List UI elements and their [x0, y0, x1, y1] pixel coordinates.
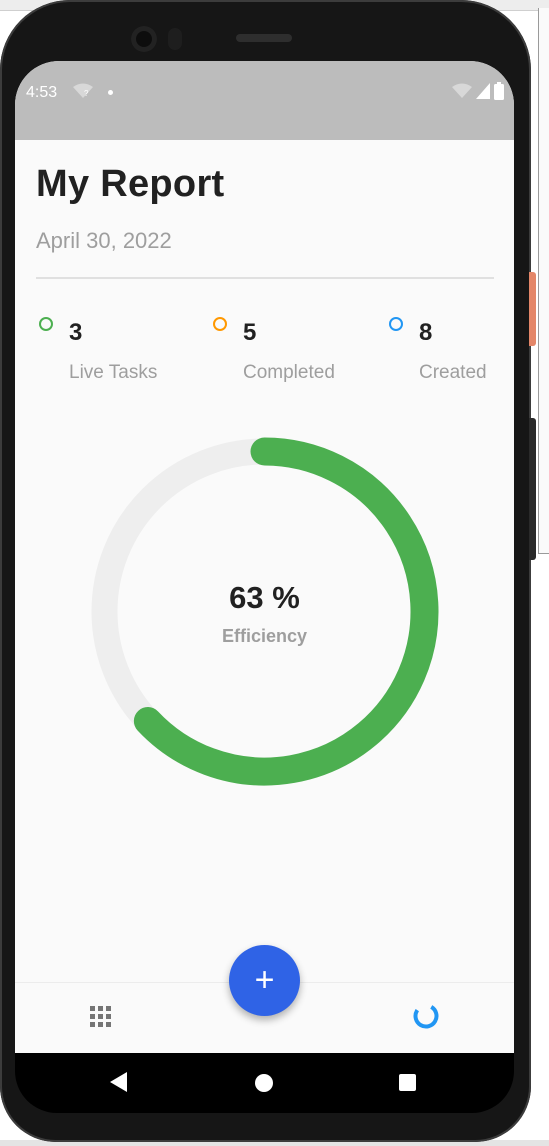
volume-button[interactable]: [529, 418, 536, 560]
notification-dot-icon: [108, 90, 113, 95]
stat-label: Created: [419, 362, 487, 383]
report-ring-icon[interactable]: [412, 1002, 440, 1030]
add-task-button[interactable]: +: [229, 945, 300, 1016]
wifi-icon: [452, 83, 472, 98]
efficiency-label: Efficiency: [221, 626, 308, 646]
completed-dot-icon: [213, 317, 227, 331]
home-icon[interactable]: [255, 1074, 273, 1092]
sensor-icon: [168, 28, 182, 50]
stat-value: 3: [69, 319, 83, 346]
stat-value: 5: [243, 319, 257, 346]
report-date: April 30, 2022: [36, 228, 172, 253]
efficiency-percent: 63 %: [229, 580, 300, 615]
live-tasks-dot-icon: [39, 317, 53, 331]
page-title: My Report: [36, 163, 225, 205]
system-nav-bar: [15, 1053, 514, 1113]
wifi-question-icon: ?: [73, 83, 93, 98]
signal-icon: [476, 83, 490, 99]
speaker-grille: [236, 34, 292, 42]
stat-label: Live Tasks: [69, 362, 158, 383]
status-bar: 4:53 ?: [15, 61, 514, 140]
stat-value: 8: [419, 319, 433, 346]
status-icons: [452, 82, 504, 100]
stat-label: Completed: [243, 362, 335, 383]
status-time: 4:53: [26, 84, 58, 101]
grid-icon[interactable]: [90, 1006, 112, 1028]
divider: [36, 277, 494, 279]
svg-text:?: ?: [84, 89, 89, 98]
battery-icon: [494, 82, 504, 100]
power-button[interactable]: [529, 272, 536, 346]
created-dot-icon: [389, 317, 403, 331]
recents-icon[interactable]: [399, 1074, 416, 1091]
gauge-center: 63 % Efficiency: [77, 424, 452, 799]
camera-icon: [131, 26, 157, 52]
desktop-window-edge: [538, 8, 549, 554]
app-screen: 4:53 ? My Report April 30, 2022 3 Live T…: [15, 61, 514, 1053]
back-icon[interactable]: [110, 1072, 127, 1092]
